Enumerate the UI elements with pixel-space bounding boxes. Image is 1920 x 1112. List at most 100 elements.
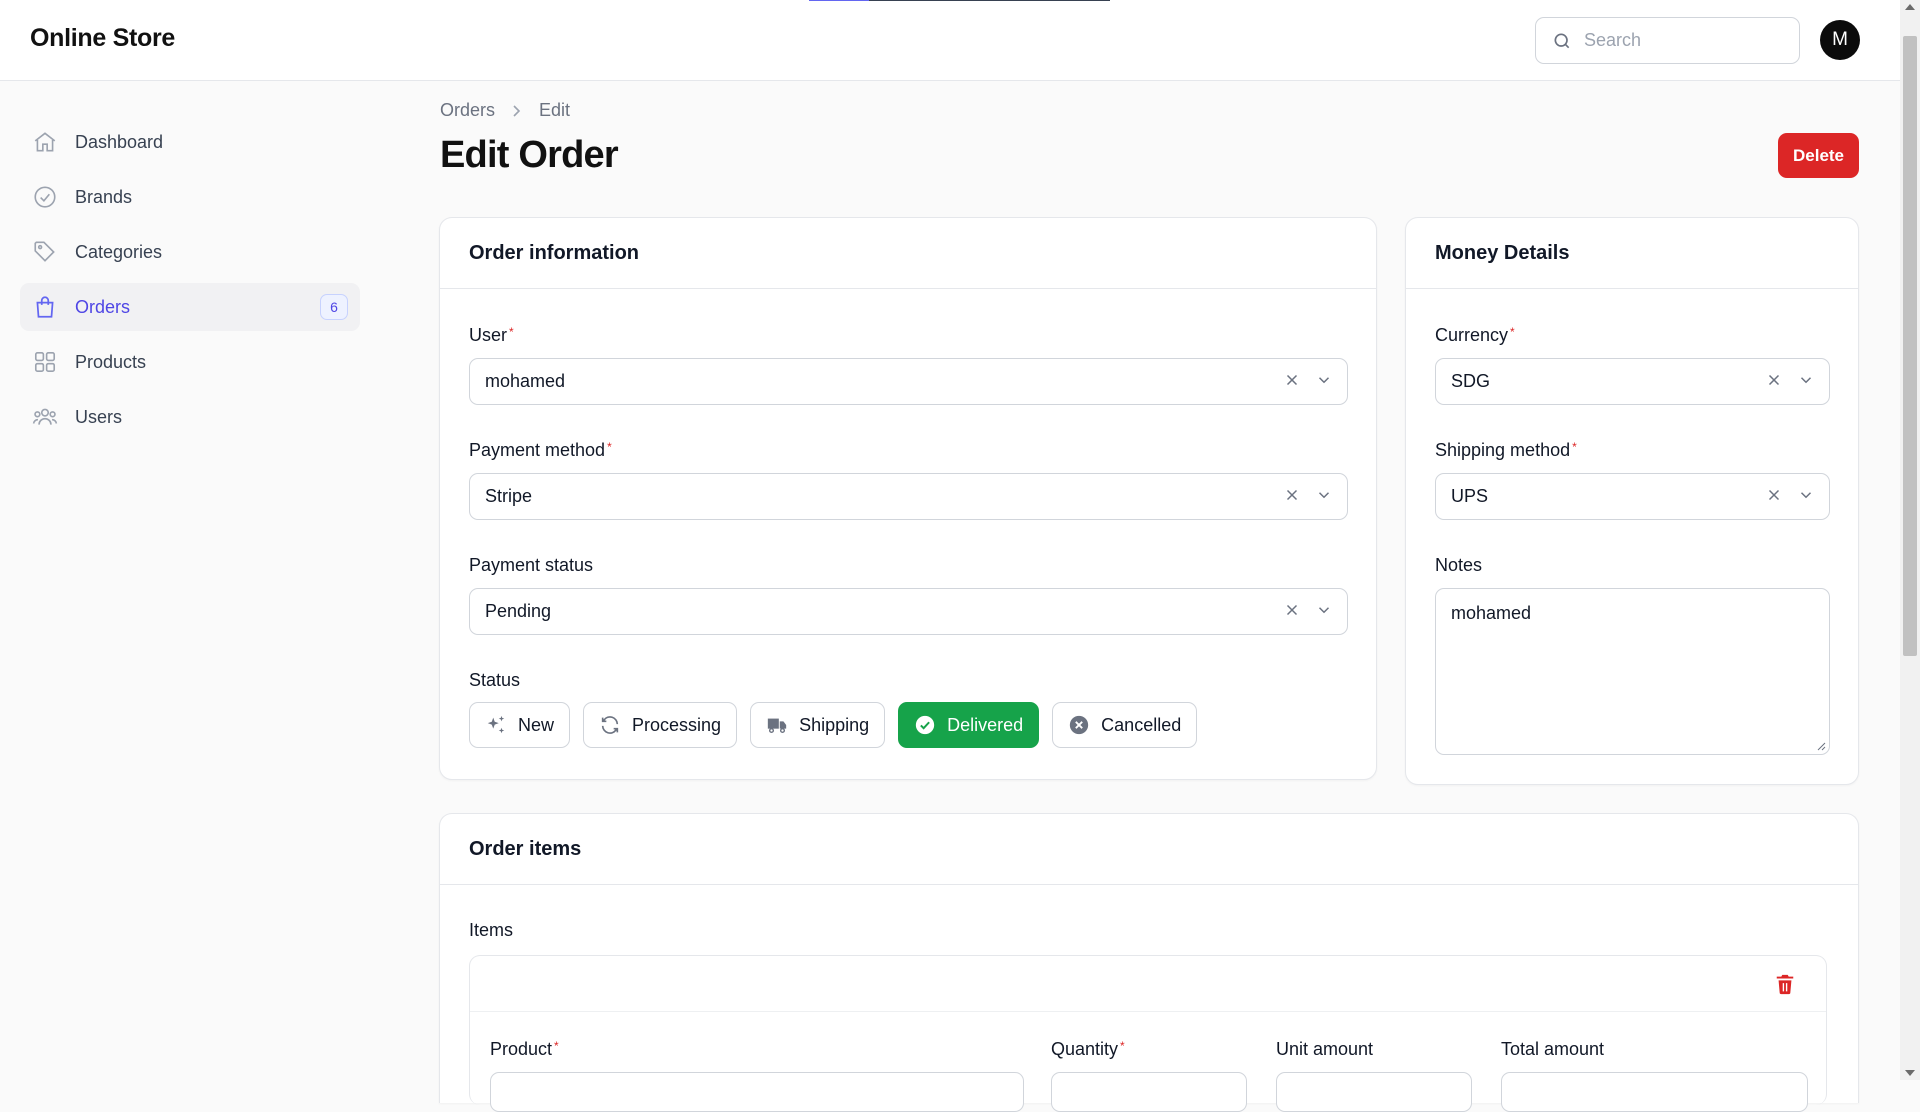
grid-icon xyxy=(34,351,56,373)
currency-label: Currency * xyxy=(1435,325,1515,345)
chevron-right-icon xyxy=(511,104,523,118)
status-processing-button[interactable]: Processing xyxy=(583,702,738,748)
check-circle-icon xyxy=(34,186,56,208)
chevron-down-icon[interactable] xyxy=(1315,371,1333,389)
user-avatar[interactable]: M xyxy=(1820,20,1860,60)
quantity-input[interactable] xyxy=(1051,1072,1247,1112)
item-toolbar xyxy=(470,956,1826,1012)
sidebar-item-dashboard[interactable]: Dashboard xyxy=(20,118,360,166)
sidebar-item-categories[interactable]: Categories xyxy=(20,228,360,276)
order-item-repeater: Product * Quantity * Unit amount Total amo… xyxy=(469,955,1827,1112)
loading-progress-bar xyxy=(809,0,1110,1)
sidebar-item-label: Users xyxy=(75,406,123,427)
sparkles-icon xyxy=(487,715,505,734)
page-title: Edit Order xyxy=(440,134,619,176)
notes-value: mohamed xyxy=(1451,603,1532,623)
tag-icon xyxy=(34,241,55,262)
payment-method-label: Payment method * xyxy=(469,440,612,460)
status-delivered-button[interactable]: Delivered xyxy=(898,702,1040,748)
product-column-label: Product * xyxy=(490,1039,559,1059)
truck-icon xyxy=(767,718,787,734)
status-processing-label: Processing xyxy=(632,714,722,735)
sidebar: Dashboard Brands Categories Orders 6 Pro… xyxy=(20,118,360,448)
scroll-down-arrow-icon[interactable] xyxy=(1905,1070,1915,1076)
scroll-up-arrow-icon[interactable] xyxy=(1905,4,1915,10)
sidebar-item-products[interactable]: Products xyxy=(20,338,360,386)
status-toggle-group: New Processing Shipping Delivered Cancel… xyxy=(469,702,1198,748)
breadcrumb-orders-link[interactable]: Orders xyxy=(440,100,495,121)
trash-icon[interactable] xyxy=(1774,972,1796,996)
sidebar-item-label: Dashboard xyxy=(75,131,164,152)
app-title[interactable]: Online Store xyxy=(30,24,175,53)
page-scrollbar[interactable] xyxy=(1900,0,1920,1080)
chevron-down-icon[interactable] xyxy=(1315,601,1333,619)
clear-icon[interactable] xyxy=(1765,486,1783,504)
shopping-bag-icon xyxy=(36,296,54,318)
currency-value: SDG xyxy=(1451,371,1491,391)
sidebar-item-label: Categories xyxy=(75,241,163,262)
chevron-down-icon[interactable] xyxy=(1797,486,1815,504)
x-circle-icon xyxy=(1070,715,1089,735)
sidebar-item-label: Orders xyxy=(75,296,131,317)
search-placeholder: Search xyxy=(1584,30,1642,50)
breadcrumb-current: Edit xyxy=(539,100,571,120)
currency-select[interactable]: SDG xyxy=(1435,358,1830,405)
shipping-method-value: UPS xyxy=(1451,486,1489,506)
check-badge-icon xyxy=(915,715,935,735)
payment-status-value: Pending xyxy=(485,601,552,621)
scrollbar-thumb[interactable] xyxy=(1903,36,1917,656)
money-details-card: Money Details Currency * SDG Shipping met… xyxy=(1405,217,1859,785)
user-field-label: User * xyxy=(469,325,514,345)
items-label: Items xyxy=(469,920,514,940)
status-new-button[interactable]: New xyxy=(469,702,571,748)
status-new-label: New xyxy=(518,714,555,735)
status-cancelled-button[interactable]: Cancelled xyxy=(1052,702,1198,748)
chevron-down-icon[interactable] xyxy=(1797,371,1815,389)
quantity-column-label: Quantity * xyxy=(1051,1039,1125,1059)
status-cancelled-label: Cancelled xyxy=(1101,714,1182,735)
order-items-card: Order items Items Product * Quantity * Uni… xyxy=(439,813,1859,1112)
unit-amount-column-label: Unit amount xyxy=(1276,1039,1374,1059)
clear-icon[interactable] xyxy=(1765,371,1783,389)
payment-method-select[interactable]: Stripe xyxy=(469,473,1348,520)
breadcrumb: Orders Edit xyxy=(440,100,570,121)
sidebar-item-label: Products xyxy=(75,351,147,372)
user-select-value: mohamed xyxy=(485,371,566,391)
sidebar-item-label: Brands xyxy=(75,186,133,207)
payment-status-label: Payment status xyxy=(469,555,594,575)
sidebar-item-users[interactable]: Users xyxy=(20,393,360,441)
user-select[interactable]: mohamed xyxy=(469,358,1348,405)
product-select[interactable] xyxy=(490,1072,1024,1112)
order-items-heading: Order items xyxy=(440,814,1858,885)
total-amount-input[interactable] xyxy=(1501,1072,1808,1112)
money-details-heading: Money Details xyxy=(1406,218,1858,289)
orders-count-badge: 6 xyxy=(320,294,348,320)
search-input[interactable]: Search xyxy=(1535,17,1800,64)
total-amount-column-label: Total amount xyxy=(1501,1039,1605,1059)
refresh-icon xyxy=(601,716,619,734)
status-delivered-label: Delivered xyxy=(947,714,1024,735)
delete-button[interactable]: Delete xyxy=(1778,133,1859,178)
shipping-method-select[interactable]: UPS xyxy=(1435,473,1830,520)
clear-icon[interactable] xyxy=(1283,601,1301,619)
clear-icon[interactable] xyxy=(1283,486,1301,504)
home-icon xyxy=(34,132,56,152)
payment-status-select[interactable]: Pending xyxy=(469,588,1348,635)
notes-textarea[interactable]: mohamed xyxy=(1435,588,1830,755)
sidebar-item-orders[interactable]: Orders 6 xyxy=(20,283,360,331)
order-information-heading: Order information xyxy=(440,218,1376,289)
chevron-down-icon[interactable] xyxy=(1315,486,1333,504)
status-label: Status xyxy=(469,670,521,690)
status-shipping-button[interactable]: Shipping xyxy=(750,702,886,748)
sidebar-item-brands[interactable]: Brands xyxy=(20,173,360,221)
unit-amount-input[interactable] xyxy=(1276,1072,1472,1112)
status-shipping-label: Shipping xyxy=(799,714,870,735)
order-information-card: Order information User * mohamed Payment … xyxy=(439,217,1377,780)
payment-method-value: Stripe xyxy=(485,486,533,506)
shipping-method-label: Shipping method * xyxy=(1435,440,1577,460)
resize-handle-icon[interactable] xyxy=(1816,741,1826,751)
clear-icon[interactable] xyxy=(1283,371,1301,389)
top-bar: Online Store Search M xyxy=(0,0,1900,81)
users-icon xyxy=(32,408,58,425)
search-icon xyxy=(1552,31,1572,51)
